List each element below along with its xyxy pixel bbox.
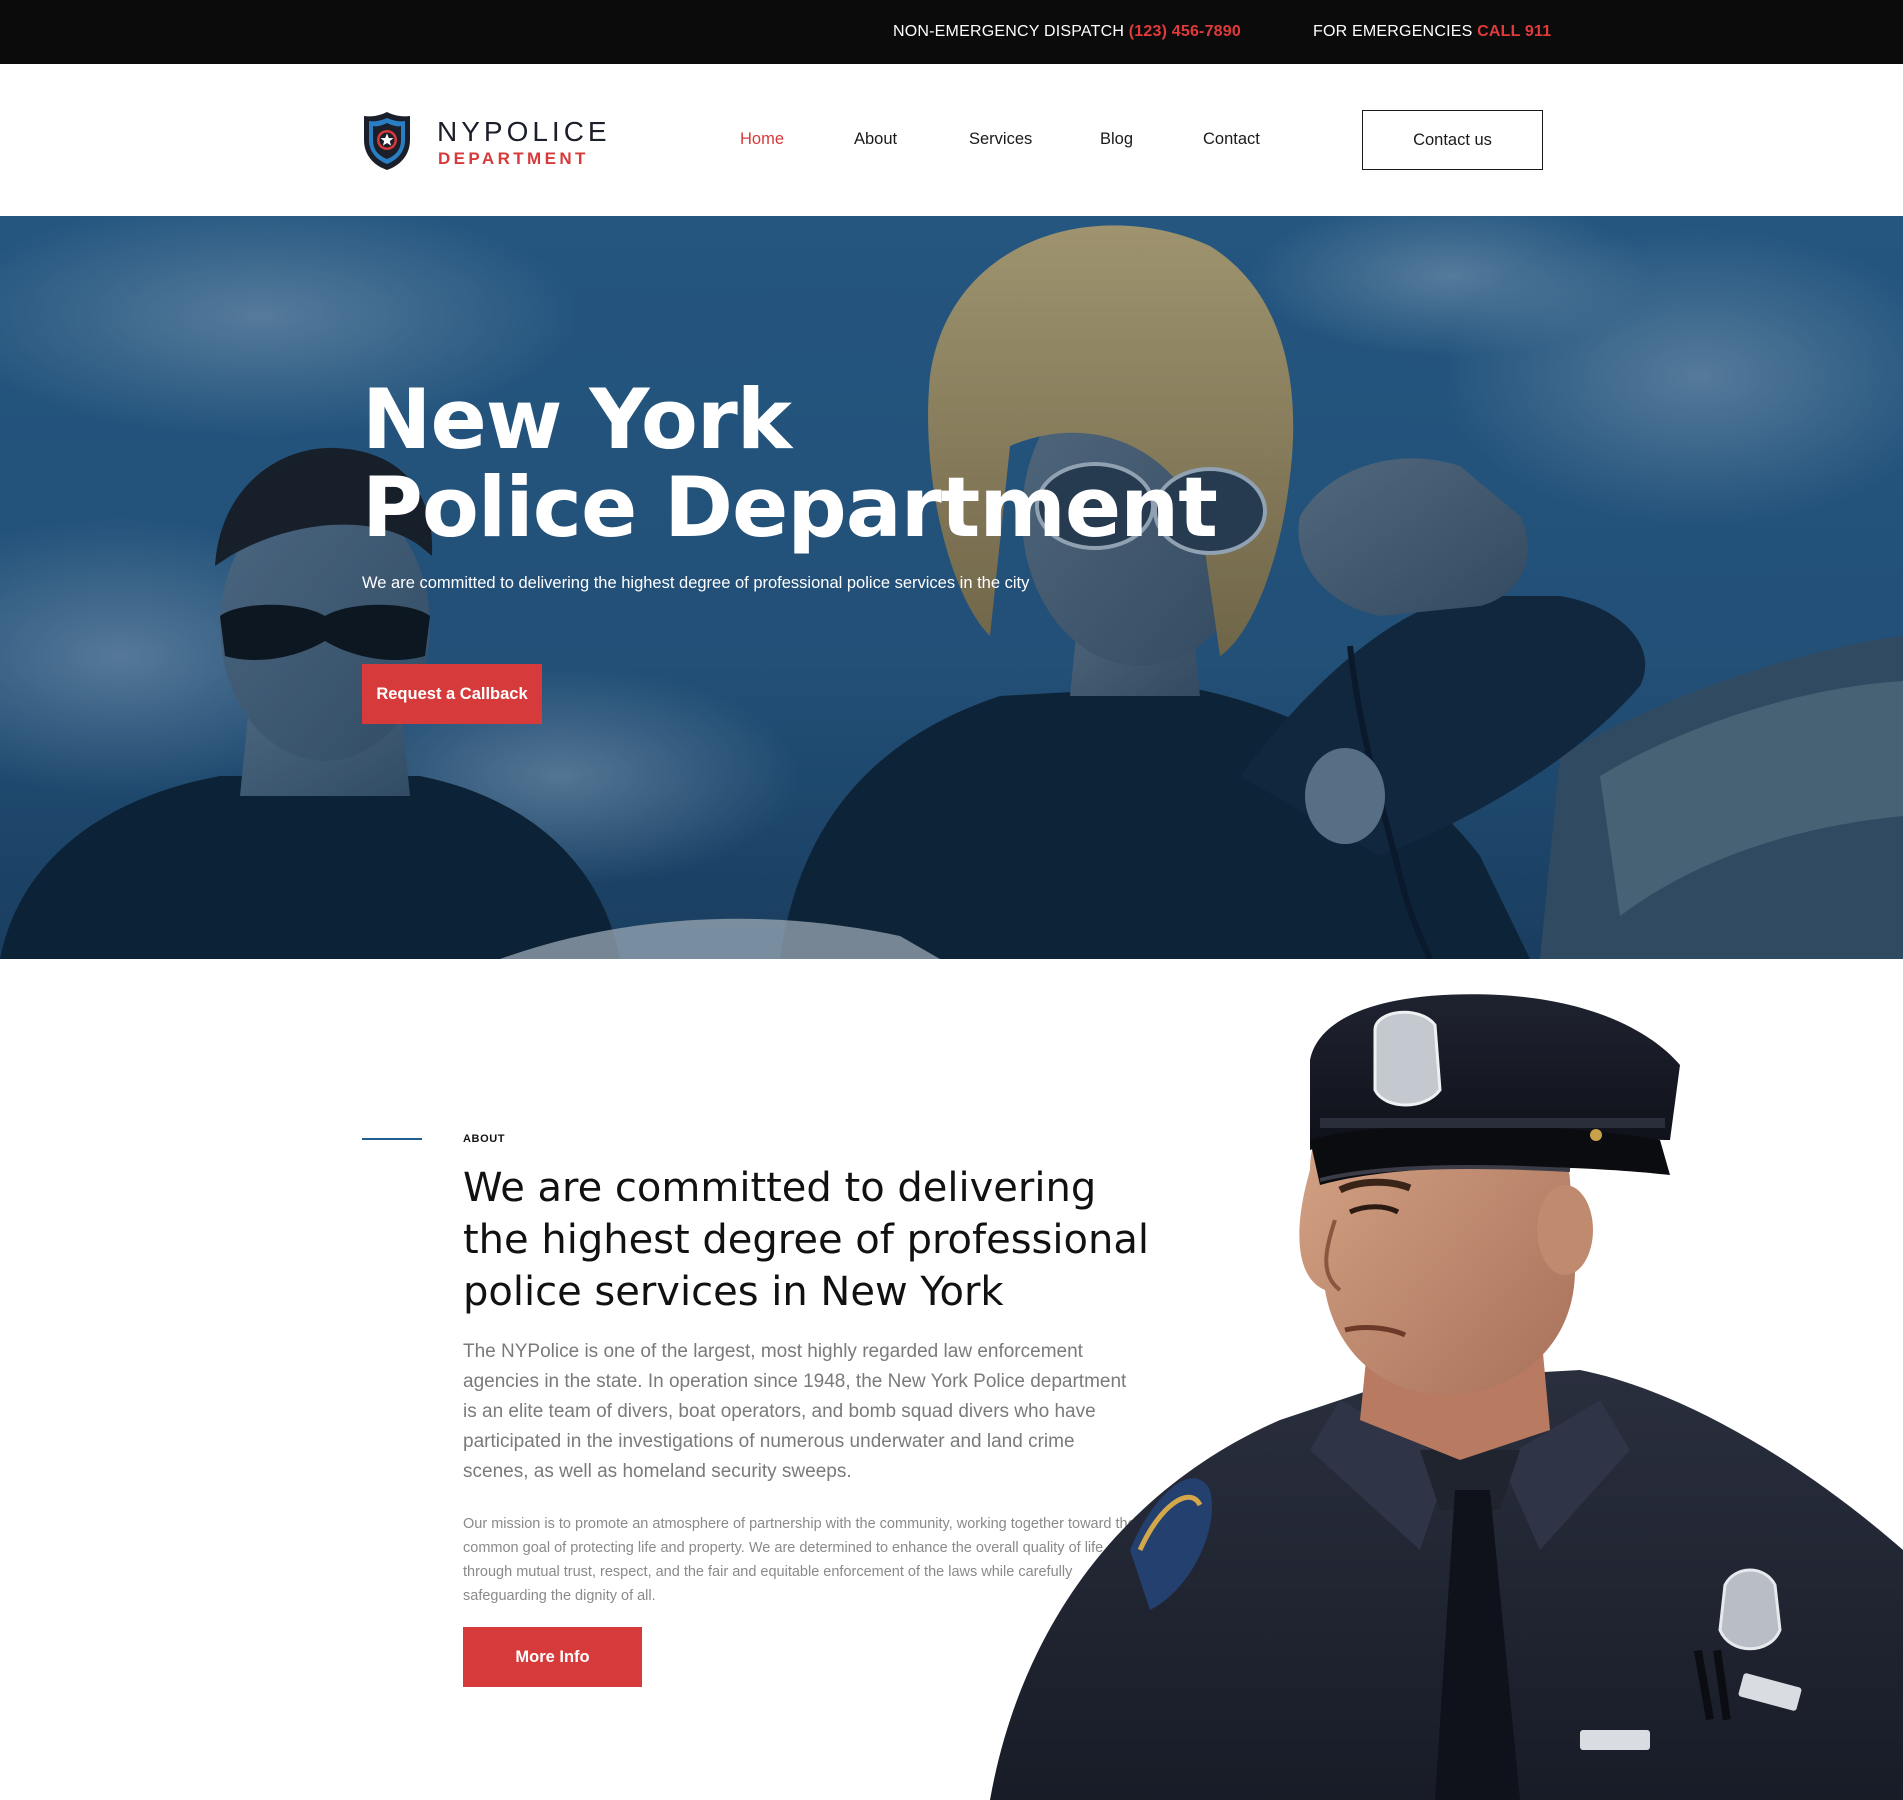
- non-emergency-dispatch: NON-EMERGENCY DISPATCH (123) 456-7890: [893, 23, 1241, 41]
- request-callback-button[interactable]: Request a Callback: [362, 664, 542, 724]
- hero-subtitle: We are committed to delivering the highe…: [362, 574, 1030, 592]
- hero-title-line2: Police Department: [362, 459, 1218, 556]
- top-bar: NON-EMERGENCY DISPATCH (123) 456-7890 FO…: [0, 0, 1903, 64]
- hero-title: New York Police Department: [362, 371, 1218, 556]
- about-eyebrow: ABOUT: [463, 1133, 506, 1145]
- site-logo[interactable]: NYPOLICE DEPARTMENT: [361, 110, 621, 174]
- nav-home[interactable]: Home: [740, 130, 784, 149]
- dispatch-label: NON-EMERGENCY DISPATCH: [893, 23, 1125, 40]
- hero-title-line1: New York: [362, 371, 792, 468]
- about-divider: [362, 1138, 422, 1140]
- police-shield-star-icon: [364, 112, 410, 170]
- emergency-label: FOR EMERGENCIES: [1313, 23, 1473, 40]
- logo-title: NYPOLICE: [437, 116, 611, 147]
- emergency-call-link[interactable]: CALL 911: [1477, 23, 1551, 40]
- more-info-button[interactable]: More Info: [463, 1627, 642, 1687]
- hero-section: New York Police Department We are commit…: [0, 216, 1903, 959]
- logo-subtitle: DEPARTMENT: [438, 149, 589, 168]
- nav-blog[interactable]: Blog: [1100, 130, 1133, 149]
- officer-portrait-image: [990, 994, 1903, 1800]
- nav-about[interactable]: About: [854, 130, 897, 149]
- dispatch-phone-link[interactable]: (123) 456-7890: [1129, 23, 1241, 40]
- contact-us-button[interactable]: Contact us: [1362, 110, 1543, 170]
- emergency-info: FOR EMERGENCIES CALL 911: [1313, 23, 1551, 41]
- nav-services[interactable]: Services: [969, 130, 1032, 149]
- site-header: NYPOLICE DEPARTMENT Home About Services …: [0, 64, 1903, 216]
- nav-contact[interactable]: Contact: [1203, 130, 1260, 149]
